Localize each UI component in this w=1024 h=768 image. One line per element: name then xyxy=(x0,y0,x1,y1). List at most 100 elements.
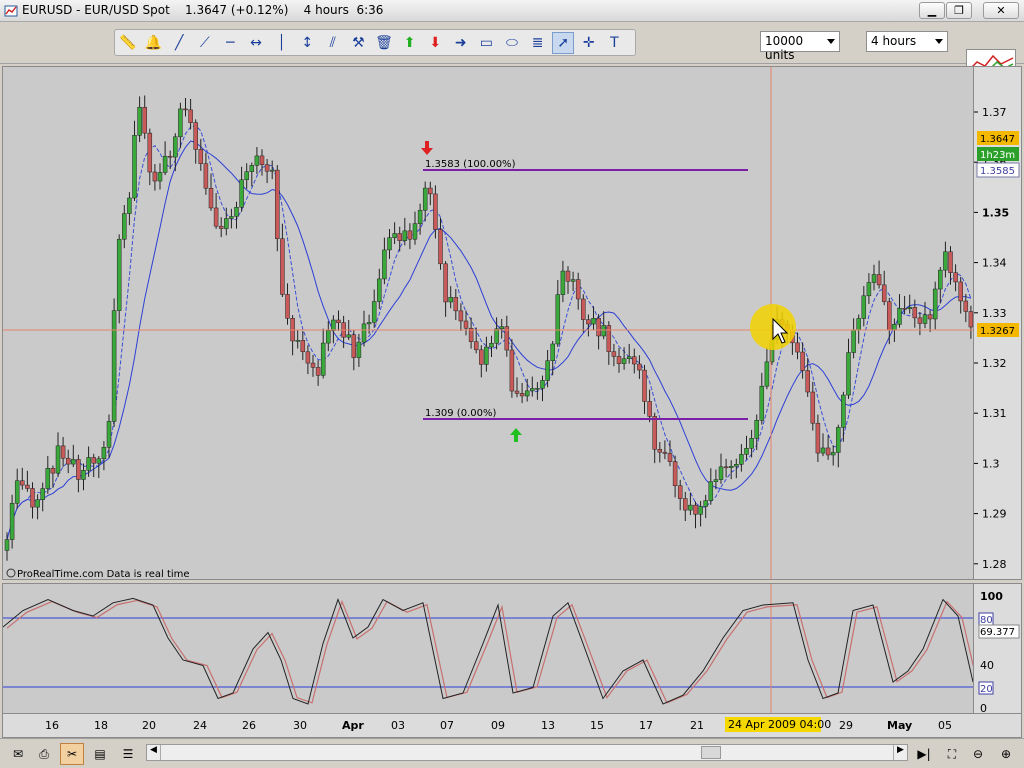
candle xyxy=(851,318,856,359)
cursor-tool-button[interactable]: ➚ xyxy=(552,32,575,54)
timeframe-select[interactable]: 4 hours xyxy=(866,31,948,52)
horizontal-segment-tool-button[interactable]: ↔ xyxy=(245,32,267,54)
candle xyxy=(178,102,183,149)
date-axis[interactable]: 16 18 20 24 26 30 Apr 03 07 09 13 15 17 21 29 May 05 24 … xyxy=(2,714,1022,738)
candle xyxy=(820,433,826,457)
candle xyxy=(846,338,851,399)
candlestick-chart[interactable]: 1.3583 (100.00%) 1.309 (0.00%) ProRealTi… xyxy=(3,67,974,580)
trash-tool-button[interactable]: 🗑 xyxy=(373,32,395,54)
restore-button[interactable]: ❐ xyxy=(946,2,972,19)
candle xyxy=(428,181,433,206)
rectangle-tool-button[interactable]: ▭ xyxy=(475,32,497,54)
horizontal-line-tool-button[interactable]: ─ xyxy=(219,32,241,54)
candle xyxy=(841,391,846,442)
scroll-left-button[interactable]: ◀ xyxy=(147,745,161,760)
ellipse-tool-button[interactable]: ⬭ xyxy=(501,32,523,54)
price-axis[interactable]: 1.371.361.351.341.331.321.311.31.291.28 … xyxy=(974,66,1022,580)
scroll-thumb[interactable] xyxy=(701,746,721,759)
candle xyxy=(122,204,127,249)
scroll-right-button[interactable]: ▶ xyxy=(893,745,907,760)
scissors-button[interactable]: ✂ xyxy=(60,743,84,765)
candle xyxy=(657,442,663,463)
zoom-out-icon: ⊖ xyxy=(972,747,984,761)
stochastic-chart[interactable] xyxy=(2,584,978,713)
bell-tool-button[interactable]: 🔔 xyxy=(143,32,165,54)
text-tool-button[interactable]: T xyxy=(603,32,625,54)
vertical-arrow-tool-button[interactable]: ↕ xyxy=(296,32,318,54)
fibonacci-tool-button[interactable]: ≣ xyxy=(527,32,549,54)
candle xyxy=(953,264,958,292)
parallel-channel-tool-button[interactable]: ⫽ xyxy=(322,32,344,54)
vertical-line-tool-button[interactable]: │ xyxy=(271,32,293,54)
units-select[interactable]: 10000 units xyxy=(760,31,840,62)
candle xyxy=(958,276,963,314)
notes-icon: ▤ xyxy=(94,747,106,761)
forward-arrow-tool-button[interactable]: ➜ xyxy=(450,32,472,54)
zoom-in-button[interactable]: ⊕ xyxy=(994,743,1018,765)
buy-arrow-tool-button[interactable]: ⬆ xyxy=(399,32,421,54)
fan-tool-button[interactable]: ⚒ xyxy=(347,32,369,54)
sell-arrow-icon xyxy=(421,141,433,155)
scissors-icon: ✂ xyxy=(66,747,78,761)
bell-icon: 🔔 xyxy=(144,35,163,51)
candle xyxy=(453,288,459,321)
candle xyxy=(116,234,122,324)
horizontal-segment-icon: ↔ xyxy=(250,35,262,51)
candle xyxy=(239,166,244,212)
zoom-out-button[interactable]: ⊖ xyxy=(966,743,990,765)
close-button[interactable]: ✕ xyxy=(983,2,1019,19)
candle xyxy=(565,266,571,294)
fib-low-label: 1.309 (0.00%) xyxy=(425,408,496,419)
last-price-text: 1.3647 xyxy=(980,134,1015,145)
candle xyxy=(616,347,622,373)
candle xyxy=(545,349,550,388)
price-tick-label: 1.34 xyxy=(982,257,1007,270)
email-button[interactable]: ✉ xyxy=(6,743,30,765)
osc-tick-40: 40 xyxy=(980,659,994,672)
ruler-tool-button[interactable]: 📏 xyxy=(117,32,139,54)
history-scrollbar[interactable]: ◀ ▶ xyxy=(146,744,908,761)
candle xyxy=(519,382,525,404)
candle xyxy=(876,260,882,289)
candle xyxy=(759,372,765,425)
candle xyxy=(331,315,336,344)
price-tick-label: 1.28 xyxy=(982,558,1007,571)
date-tick-label: 09 xyxy=(491,719,505,732)
skip-end-icon: ▶| xyxy=(917,747,931,761)
candle xyxy=(361,310,367,347)
candle xyxy=(203,152,209,195)
candle xyxy=(275,165,280,252)
candle xyxy=(938,266,943,304)
candle xyxy=(728,460,734,480)
oscillator-axis[interactable]: 100 80 69.377 40 20 0 xyxy=(974,583,1022,715)
candle xyxy=(25,470,30,492)
trendline-tool-button[interactable]: ⟋ xyxy=(194,32,216,54)
forward-arrow-icon: ➜ xyxy=(454,35,467,51)
list-button[interactable]: ☰ xyxy=(116,743,140,765)
trendline-icon: ⟋ xyxy=(199,35,210,51)
scroll-end-button[interactable]: ▶| xyxy=(912,743,936,765)
print-button[interactable]: ⎙ xyxy=(32,743,56,765)
candle xyxy=(795,332,800,360)
candle xyxy=(65,449,71,474)
candle xyxy=(438,217,443,270)
date-tick-label: 18 xyxy=(94,719,108,732)
candle xyxy=(35,494,40,520)
candle xyxy=(264,158,270,184)
zoom-fit-button[interactable]: ⛶ xyxy=(940,743,964,765)
crosshair-tool-button[interactable]: ✛ xyxy=(578,32,600,54)
candle xyxy=(504,315,510,357)
notes-button[interactable]: ▤ xyxy=(88,743,112,765)
candle xyxy=(320,328,326,379)
candle xyxy=(652,412,657,464)
candle xyxy=(825,435,831,460)
minimize-button[interactable]: ▁ xyxy=(919,2,945,19)
stochastic-panel[interactable] xyxy=(2,583,978,714)
cursor-icon: ➚ xyxy=(557,35,570,51)
candle xyxy=(575,272,581,310)
price-tick-label: 1.37 xyxy=(982,106,1007,119)
price-chart[interactable]: 1.3583 (100.00%) 1.309 (0.00%) ProRealTi… xyxy=(2,66,974,580)
sell-arrow-tool-button[interactable]: ⬇ xyxy=(424,32,446,54)
line-tool-button[interactable]: ╱ xyxy=(168,32,190,54)
candle xyxy=(683,491,688,521)
